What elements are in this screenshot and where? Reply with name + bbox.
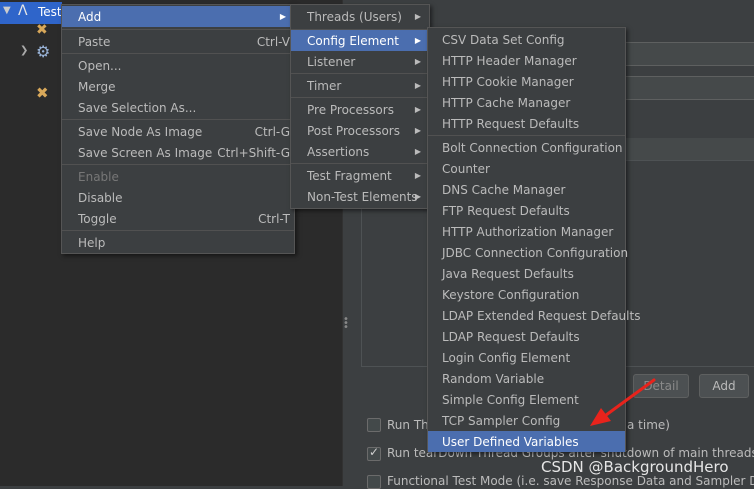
context-menu: Add ▶ Paste Ctrl-V Open... Merge Save Sele…: [61, 4, 295, 254]
menu-item-user-defined-variables[interactable]: User Defined Variables: [428, 431, 625, 452]
menu-item-ftp-request-defaults[interactable]: FTP Request Defaults: [428, 200, 625, 221]
menu-item-toggle[interactable]: Toggle Ctrl-T: [62, 208, 294, 229]
menu-item-http-authorization-manager[interactable]: HTTP Authorization Manager: [428, 221, 625, 242]
run-teardown-checkbox[interactable]: [367, 445, 381, 461]
menu-item-pre-processors[interactable]: Pre Processors ▶: [291, 99, 429, 120]
menu-item-config-element[interactable]: Config Element ▶: [291, 30, 429, 51]
gear-icon: ⚙: [36, 42, 51, 61]
menu-item-add[interactable]: Add ▶: [62, 6, 294, 27]
collapse-chevron-icon[interactable]: ▼: [3, 5, 11, 16]
menu-item-csv-data-set-config[interactable]: CSV Data Set Config: [428, 29, 625, 50]
menu-item-non-test-elements[interactable]: Non-Test Elements ▶: [291, 186, 429, 207]
menu-item-test-fragment[interactable]: Test Fragment ▶: [291, 165, 429, 186]
menu-item-timer[interactable]: Timer ▶: [291, 75, 429, 96]
menu-item-ldap-extended-request-defaults[interactable]: LDAP Extended Request Defaults: [428, 305, 640, 326]
menu-item-jdbc-connection-configuration[interactable]: JDBC Connection Configuration: [428, 242, 628, 263]
menu-item-keystore-configuration[interactable]: Keystore Configuration: [428, 284, 625, 305]
menu-item-save-node-image[interactable]: Save Node As Image Ctrl-G: [62, 121, 294, 142]
menu-item-bolt-connection-configuration[interactable]: Bolt Connection Configuration: [428, 137, 625, 158]
menu-item-http-cookie-manager[interactable]: HTTP Cookie Manager: [428, 71, 625, 92]
add-button[interactable]: Add: [699, 374, 749, 398]
menu-item-threads[interactable]: Threads (Users) ▶: [291, 6, 429, 27]
menu-item-http-request-defaults[interactable]: HTTP Request Defaults: [428, 113, 625, 134]
expand-chevron-icon[interactable]: ❯: [20, 45, 28, 56]
functional-test-mode-checkbox[interactable]: [367, 475, 381, 489]
annotation-arrow-icon: [590, 378, 656, 426]
menu-item-counter[interactable]: Counter: [428, 158, 625, 179]
run-thread-groups-label: Run Th: [387, 418, 429, 432]
add-submenu: Threads (Users) ▶ Config Element ▶ Listene…: [290, 4, 430, 209]
test-plan-icon: Λ: [18, 3, 28, 19]
run-thread-groups-checkbox[interactable]: [367, 418, 381, 432]
menu-item-dns-cache-manager[interactable]: DNS Cache Manager: [428, 179, 625, 200]
wrench-icon-2: ✖: [36, 84, 49, 102]
menu-item-post-processors[interactable]: Post Processors ▶: [291, 120, 429, 141]
menu-item-ldap-request-defaults[interactable]: LDAP Request Defaults: [428, 326, 625, 347]
menu-item-help[interactable]: Help: [62, 232, 294, 253]
menu-item-java-request-defaults[interactable]: Java Request Defaults: [428, 263, 625, 284]
menu-item-login-config-element[interactable]: Login Config Element: [428, 347, 625, 368]
menu-item-merge[interactable]: Merge: [62, 76, 294, 97]
menu-item-open[interactable]: Open...: [62, 55, 294, 76]
menu-item-listener[interactable]: Listener ▶: [291, 51, 429, 72]
menu-item-save-screen-image[interactable]: Save Screen As Image Ctrl+Shift-G: [62, 142, 294, 163]
tree-item-test-plan[interactable]: Test: [38, 5, 62, 19]
watermark-text: CSDN @BackgroundHero: [541, 458, 729, 476]
wrench-icon: ✖: [36, 22, 48, 38]
menu-item-save-selection[interactable]: Save Selection As...: [62, 97, 294, 118]
menu-item-enable[interactable]: Enable: [62, 166, 294, 187]
menu-item-assertions[interactable]: Assertions ▶: [291, 141, 429, 162]
menu-item-disable[interactable]: Disable: [62, 187, 294, 208]
menu-item-http-cache-manager[interactable]: HTTP Cache Manager: [428, 92, 625, 113]
menu-item-http-header-manager[interactable]: HTTP Header Manager: [428, 50, 625, 71]
menu-item-paste[interactable]: Paste Ctrl-V: [62, 31, 294, 52]
